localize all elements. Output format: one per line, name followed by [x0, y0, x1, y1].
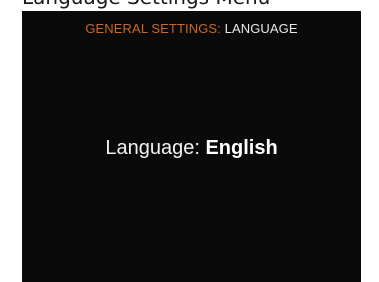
- figure-caption: Language Settings Menu: [22, 0, 362, 11]
- language-setting-label: Language:: [105, 137, 200, 159]
- language-setting-row[interactable]: Language: English: [22, 135, 361, 161]
- device-screen: GENERAL SETTINGS: LANGUAGE Language: Eng…: [22, 11, 361, 282]
- header-section-label: GENERAL SETTINGS:: [85, 21, 221, 36]
- language-setting-value[interactable]: English: [205, 137, 277, 159]
- header-page-label: LANGUAGE: [224, 21, 298, 36]
- menu-header: GENERAL SETTINGS: LANGUAGE: [22, 21, 361, 37]
